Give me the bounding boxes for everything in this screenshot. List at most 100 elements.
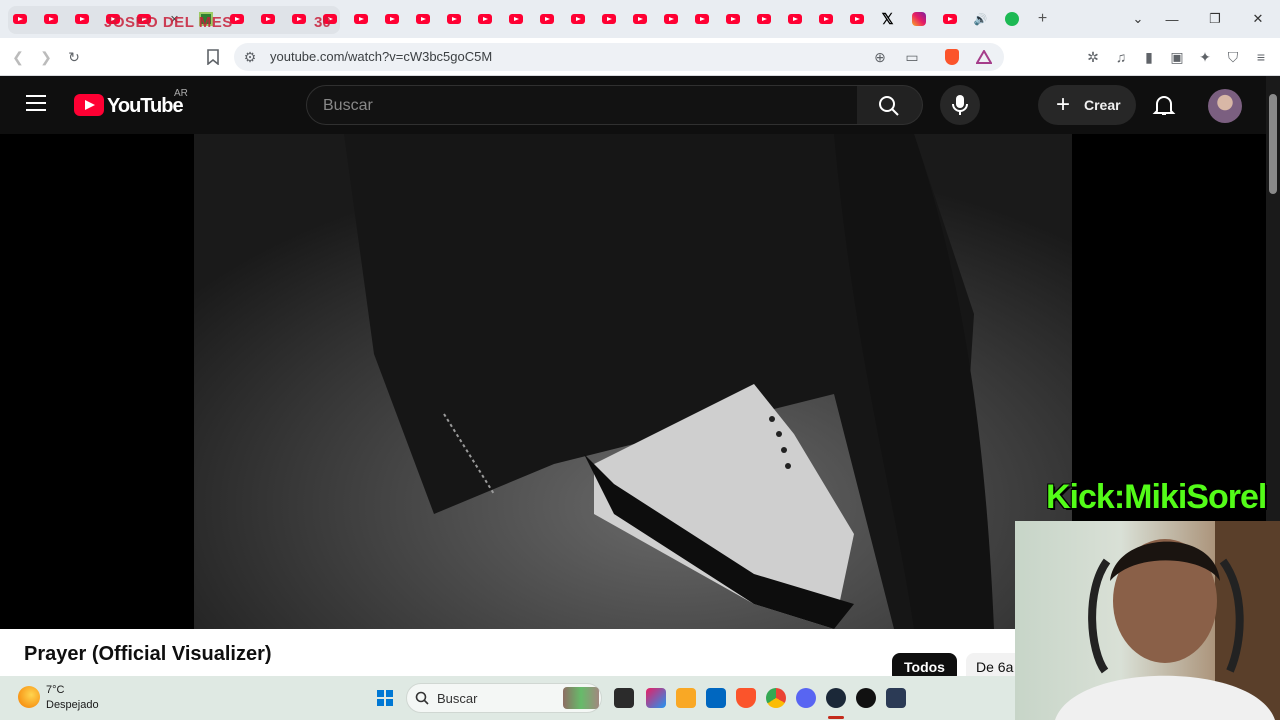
microphone-icon [952, 95, 968, 115]
weather-condition: Despejado [46, 699, 99, 711]
address-bar[interactable]: ⚙ youtube.com/watch?v=cW3bc5goC5M ⊕ ▭ [234, 43, 1004, 71]
webcam-overlay [1015, 521, 1280, 720]
browser-tab[interactable] [438, 6, 469, 32]
browser-tab[interactable] [66, 6, 97, 32]
search-highlight-image [563, 687, 599, 709]
search-input[interactable] [323, 95, 823, 117]
notes-app-icon[interactable] [886, 688, 906, 708]
browser-tab[interactable] [4, 6, 35, 32]
search-icon [415, 691, 429, 705]
hamburger-menu-icon[interactable] [26, 95, 46, 115]
url-text[interactable]: youtube.com/watch?v=cW3bc5goC5M [270, 49, 492, 64]
active-app-indicator [828, 716, 844, 719]
browser-tab[interactable] [345, 6, 376, 32]
bookmark-icon[interactable] [203, 47, 223, 67]
wallet-icon[interactable]: ▣ [1167, 47, 1187, 67]
browser-tab[interactable] [35, 6, 66, 32]
tab-group-count: 30 [314, 14, 331, 31]
video-visualizer-frame [194, 134, 1072, 629]
browser-tab[interactable] [717, 6, 748, 32]
youtube-favicon-icon [539, 14, 554, 24]
browser-tab[interactable] [562, 6, 593, 32]
youtube-favicon-icon [415, 14, 430, 24]
reload-icon[interactable]: ↻ [64, 47, 84, 67]
browser-tab-strip: ✕ 𝕏 🔊 + JOSEO DEL MES 30 ⌄ — ❐ ✕ [0, 0, 1280, 38]
browser-tab[interactable] [593, 6, 624, 32]
tab-search-chevron-icon[interactable]: ⌄ [1128, 10, 1148, 28]
browser-tab[interactable] [469, 6, 500, 32]
file-explorer-icon[interactable] [676, 688, 696, 708]
browser-tab[interactable] [531, 6, 562, 32]
weather-temperature: 7°C [46, 684, 65, 696]
obs-icon[interactable] [856, 688, 876, 708]
browser-menu-icon[interactable]: ≡ [1251, 47, 1271, 67]
youtube-favicon-icon [787, 14, 802, 24]
youtube-favicon-icon [43, 14, 58, 24]
account-avatar[interactable] [1208, 89, 1242, 123]
browser-toolbar: ❮ ❯ ↻ ⚙ youtube.com/watch?v=cW3bc5goC5M … [0, 38, 1280, 76]
steam-icon[interactable] [826, 688, 846, 708]
task-view-icon[interactable] [614, 688, 634, 708]
brave-shields-icon[interactable] [942, 47, 962, 67]
back-arrow-icon[interactable]: ❮ [8, 47, 28, 67]
voice-search-button[interactable] [940, 85, 980, 125]
browser-tab[interactable] [748, 6, 779, 32]
microsoft-store-icon[interactable] [706, 688, 726, 708]
scrollbar-thumb[interactable] [1269, 94, 1277, 194]
browser-tab[interactable] [500, 6, 531, 32]
brave-rewards-icon[interactable] [974, 47, 994, 67]
browser-tab[interactable] [841, 6, 872, 32]
tab-group-overlay-text: JOSEO DEL MES [104, 14, 233, 31]
create-button[interactable]: + Crear [1038, 85, 1136, 125]
youtube-favicon-icon [74, 14, 89, 24]
browser-tab[interactable] [810, 6, 841, 32]
forward-arrow-icon[interactable]: ❯ [36, 47, 56, 67]
notifications-bell-icon[interactable] [1152, 93, 1176, 117]
browser-tab[interactable] [283, 6, 314, 32]
youtube-favicon-icon [508, 14, 523, 24]
browser-tab[interactable] [996, 6, 1027, 32]
youtube-logo[interactable]: YouTube [74, 93, 184, 119]
speaker-icon[interactable]: 🔊 [974, 13, 988, 26]
youtube-favicon-icon [632, 14, 647, 24]
browser-tab[interactable] [779, 6, 810, 32]
media-controls-icon[interactable]: ♫ [1111, 47, 1131, 67]
browser-tab[interactable] [934, 6, 965, 32]
new-tab-button[interactable]: + [1027, 6, 1058, 32]
browser-tab[interactable] [407, 6, 438, 32]
extensions-icon[interactable]: ✲ [1083, 47, 1103, 67]
site-settings-icon[interactable]: ⚙ [240, 47, 260, 67]
vpn-icon[interactable]: ⛉ [1223, 47, 1243, 67]
youtube-favicon-icon [291, 14, 306, 24]
close-window-button[interactable]: ✕ [1248, 10, 1268, 28]
chrome-icon[interactable] [766, 688, 786, 708]
search-button[interactable] [857, 85, 923, 125]
browser-tab[interactable]: 𝕏 [872, 6, 903, 32]
cast-icon[interactable]: ▭ [902, 47, 922, 67]
browser-tab[interactable] [903, 6, 934, 32]
sidebar-icon[interactable]: ▮ [1139, 47, 1159, 67]
youtube-favicon-icon [725, 14, 740, 24]
country-code: AR [174, 88, 188, 99]
browser-tab[interactable] [686, 6, 717, 32]
weather-sun-icon[interactable] [18, 686, 40, 708]
youtube-favicon-icon [756, 14, 771, 24]
widgets-app-icon[interactable] [646, 688, 666, 708]
minimize-window-button[interactable]: — [1162, 10, 1182, 28]
browser-tab[interactable] [376, 6, 407, 32]
zoom-icon[interactable]: ⊕ [870, 47, 890, 67]
youtube-favicon-icon [818, 14, 833, 24]
search-box[interactable] [306, 85, 858, 125]
discord-icon[interactable] [796, 688, 816, 708]
browser-tab[interactable] [655, 6, 686, 32]
leo-ai-icon[interactable]: ✦ [1195, 47, 1215, 67]
browser-tab[interactable] [252, 6, 283, 32]
taskbar-search[interactable]: Buscar [406, 683, 602, 713]
restore-window-button[interactable]: ❐ [1205, 10, 1225, 28]
windows-taskbar: 7°C Despejado Buscar [0, 676, 1015, 720]
brave-browser-icon[interactable] [736, 688, 756, 708]
plus-icon: + [1056, 91, 1071, 118]
browser-tab[interactable]: 🔊 [965, 6, 996, 32]
browser-tab[interactable] [624, 6, 655, 32]
windows-start-icon[interactable] [377, 690, 393, 706]
